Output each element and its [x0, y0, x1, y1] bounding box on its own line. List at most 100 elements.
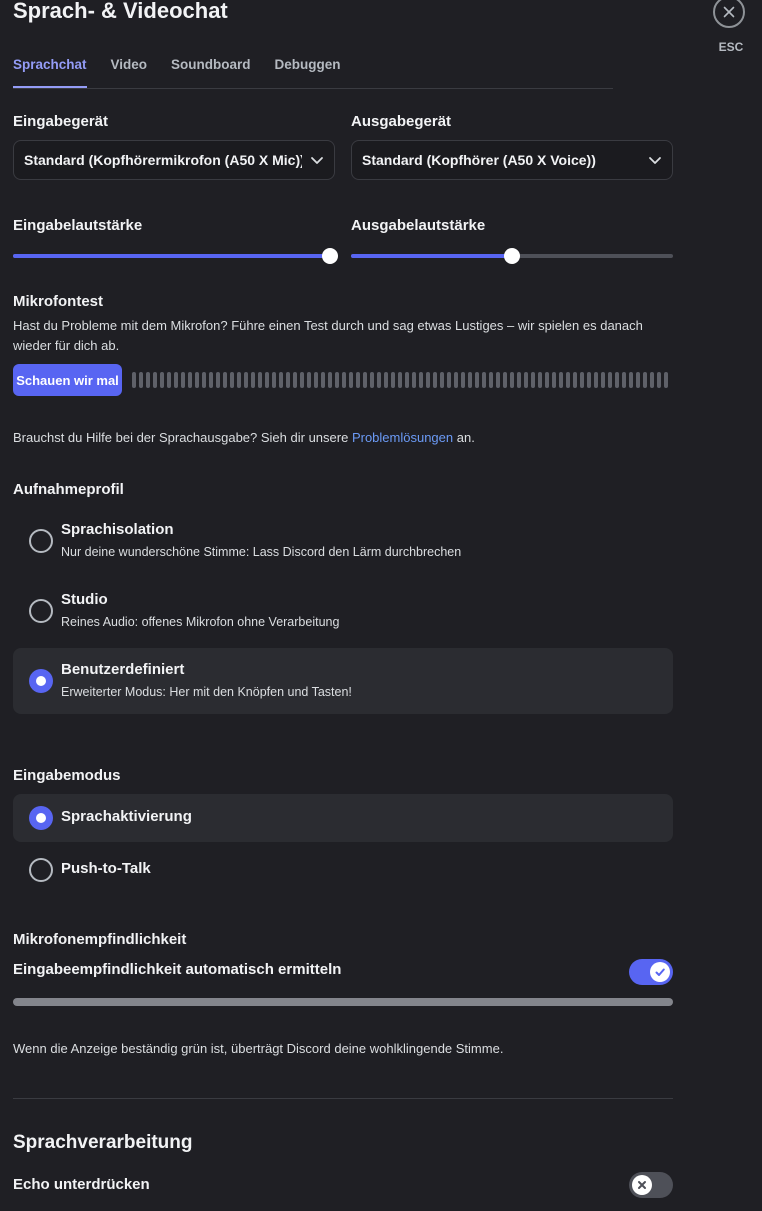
profile-option-title: Studio [61, 591, 108, 608]
x-icon [638, 1181, 646, 1189]
meter-bar [482, 372, 486, 388]
input-volume-slider[interactable] [13, 248, 338, 264]
meter-bar [475, 372, 479, 388]
meter-bar [517, 372, 521, 388]
meter-bar [405, 372, 409, 388]
section-divider [13, 1098, 673, 1099]
input-volume-handle[interactable] [322, 248, 338, 264]
auto-sensitivity-toggle[interactable] [629, 959, 673, 985]
meter-bar [636, 372, 640, 388]
input-volume-label: Eingabelautstärke [13, 217, 143, 234]
meter-bar [601, 372, 605, 388]
profile-title: Aufnahmeprofil [13, 481, 124, 498]
close-icon [723, 6, 735, 18]
input-mode-title: Eingabemodus [13, 767, 121, 784]
tab-debuggen[interactable]: Debuggen [275, 57, 341, 88]
input-device-select[interactable]: Standard (Kopfhörermikrofon (A50 X Mic)) [13, 140, 335, 180]
meter-bar [545, 372, 549, 388]
meter-bar [559, 372, 563, 388]
meter-bar [202, 372, 206, 388]
meter-bar [510, 372, 514, 388]
output-volume-slider[interactable] [351, 248, 673, 264]
meter-bar [265, 372, 269, 388]
mic-level-meter [132, 372, 673, 388]
meter-bar [258, 372, 262, 388]
meter-bar [314, 372, 318, 388]
meter-bar [328, 372, 332, 388]
meter-bar [174, 372, 178, 388]
meter-bar [587, 372, 591, 388]
meter-bar [573, 372, 577, 388]
meter-bar [419, 372, 423, 388]
toggle-knob [632, 1175, 652, 1195]
meter-bar [538, 372, 542, 388]
tab-sprachchat[interactable]: Sprachchat [13, 57, 87, 88]
profile-option-studio[interactable]: Studio Reines Audio: offenes Mikrofon oh… [13, 578, 673, 644]
meter-bar [580, 372, 584, 388]
meter-bar [552, 372, 556, 388]
meter-bar [307, 372, 311, 388]
echo-cancel-toggle[interactable] [629, 1172, 673, 1198]
meter-bar [461, 372, 465, 388]
profile-option-desc: Reines Audio: offenes Mikrofon ohne Vera… [61, 615, 340, 629]
meter-bar [300, 372, 304, 388]
mic-test-description: Hast du Probleme mit dem Mikrofon? Führe… [13, 318, 643, 353]
input-mode-push-to-talk[interactable]: Push-to-Talk [13, 846, 673, 894]
help-prefix: Brauchst du Hilfe bei der Sprachausgabe?… [13, 430, 352, 445]
meter-bar [503, 372, 507, 388]
help-text: Brauchst du Hilfe bei der Sprachausgabe?… [13, 428, 475, 448]
close-button[interactable] [713, 0, 745, 28]
meter-bar [181, 372, 185, 388]
check-icon [655, 968, 665, 976]
radio-voice-isolation[interactable] [29, 529, 53, 553]
sensitivity-note: Wenn die Anzeige beständig grün ist, übe… [13, 1041, 504, 1056]
meter-bar [293, 372, 297, 388]
mic-test-button[interactable]: Schauen wir mal [13, 364, 122, 396]
tab-bar: Sprachchat Video Soundboard Debuggen [13, 57, 613, 89]
troubleshooting-link[interactable]: Problemlösungen [352, 430, 453, 445]
chevron-down-icon [649, 157, 661, 164]
radio-custom[interactable] [29, 669, 53, 693]
sensitivity-title: Mikrofonempfindlichkeit [13, 931, 187, 948]
output-volume-handle[interactable] [504, 248, 520, 264]
profile-option-desc: Erweiterter Modus: Her mit den Knöpfen u… [61, 685, 352, 699]
input-volume-fill [13, 254, 330, 258]
meter-bar [391, 372, 395, 388]
meter-bar [370, 372, 374, 388]
meter-bar [377, 372, 381, 388]
echo-cancel-label: Echo unterdrücken [13, 1176, 150, 1193]
help-suffix: an. [453, 430, 475, 445]
output-device-select[interactable]: Standard (Kopfhörer (A50 X Voice)) [351, 140, 673, 180]
radio-voice-activity[interactable] [29, 806, 53, 830]
meter-bar [615, 372, 619, 388]
input-mode-voice-activity[interactable]: Sprachaktivierung [13, 794, 673, 842]
meter-bar [209, 372, 213, 388]
meter-bar [244, 372, 248, 388]
esc-label: ESC [718, 40, 744, 54]
meter-bar [188, 372, 192, 388]
tab-soundboard[interactable]: Soundboard [171, 57, 251, 88]
mic-test-title: Mikrofontest [13, 293, 103, 310]
meter-bar [286, 372, 290, 388]
radio-studio[interactable] [29, 599, 53, 623]
radio-push-to-talk[interactable] [29, 858, 53, 882]
meter-bar [167, 372, 171, 388]
meter-bar [230, 372, 234, 388]
meter-bar [594, 372, 598, 388]
meter-bar [160, 372, 164, 388]
meter-bar [237, 372, 241, 388]
meter-bar [412, 372, 416, 388]
output-device-value: Standard (Kopfhörer (A50 X Voice)) [362, 152, 596, 168]
tab-video[interactable]: Video [111, 57, 148, 88]
profile-option-custom[interactable]: Benutzerdefiniert Erweiterter Modus: Her… [13, 648, 673, 714]
meter-bar [468, 372, 472, 388]
output-device-label: Ausgabegerät [351, 113, 452, 130]
meter-bar [664, 372, 668, 388]
meter-bar [496, 372, 500, 388]
chevron-down-icon [311, 157, 323, 164]
profile-option-voice-isolation[interactable]: Sprachisolation Nur deine wunderschöne S… [13, 508, 673, 574]
meter-bar [657, 372, 661, 388]
output-volume-fill [351, 254, 512, 258]
meter-bar [440, 372, 444, 388]
sensitivity-meter [13, 998, 673, 1006]
